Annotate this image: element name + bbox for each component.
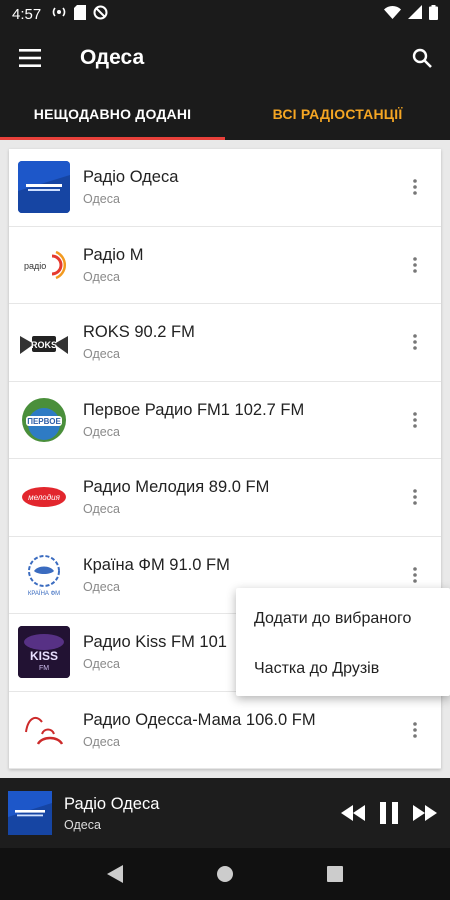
more-options-icon[interactable]: [403, 327, 427, 357]
pause-icon[interactable]: [376, 798, 402, 828]
roks-logo: ROKS: [18, 316, 70, 369]
kraina-fm-logo: КРАЇНА ФМ: [18, 548, 70, 601]
status-bar: 4:57: [0, 0, 450, 28]
station-item[interactable]: ПЕРВОЕ Первое Радио FM1 102.7 FM Одеса: [9, 382, 441, 459]
station-city: Одеса: [83, 657, 120, 672]
svg-text:ROKS: ROKS: [31, 340, 57, 350]
melodia-logo: мелодия: [18, 471, 70, 524]
mini-player[interactable]: Радіо Одеса Одеса: [0, 778, 450, 848]
station-city: Одеса: [83, 192, 120, 207]
fast-forward-icon[interactable]: [412, 798, 438, 828]
player-subtitle: Одеса: [64, 817, 101, 832]
kiss-fm-logo: KISS FM: [18, 626, 70, 679]
svg-text:радіо: радіо: [24, 261, 46, 271]
station-item[interactable]: Радіо Одеса Одеса: [9, 149, 441, 227]
station-name: Радіо М: [83, 245, 144, 264]
svg-text:FM: FM: [39, 665, 49, 672]
player-title: Радіо Одеса: [64, 794, 160, 813]
station-city: Одеса: [83, 579, 120, 594]
status-time: 4:57: [12, 5, 42, 23]
station-item[interactable]: мелодия Радио Мелодия 89.0 FM Одеса: [9, 459, 441, 537]
hamburger-menu-icon[interactable]: [0, 28, 60, 88]
tab-all-stations[interactable]: ВСІ РАДІОСТАНЦІЇ: [225, 88, 450, 140]
more-options-icon[interactable]: [403, 482, 427, 512]
station-name: Радио Мелодия 89.0 FM: [83, 478, 270, 497]
app-bar: Одеса: [0, 28, 450, 88]
tab-bar: НЕЩОДАВНО ДОДАНІ ВСІ РАДІОСТАНЦІЇ: [0, 88, 450, 140]
player-station-logo: [8, 791, 52, 835]
radio-odesa-logo: [18, 161, 70, 214]
station-city: Одеса: [83, 347, 120, 362]
wifi-icon: [384, 5, 401, 23]
pervoe-radio-logo: ПЕРВОЕ: [18, 393, 70, 446]
more-options-icon[interactable]: [403, 172, 427, 202]
more-options-icon[interactable]: [403, 250, 427, 280]
station-city: Одеса: [83, 424, 120, 439]
home-icon[interactable]: [205, 854, 245, 894]
search-icon[interactable]: [394, 28, 450, 88]
system-nav-bar: [0, 848, 450, 900]
station-item[interactable]: ROKS ROKS 90.2 FM Одеса: [9, 304, 441, 382]
station-name: Радіо Одеса: [83, 168, 179, 187]
rewind-icon[interactable]: [340, 798, 366, 828]
context-menu: Додати до вибраного Частка до Друзів: [236, 588, 450, 696]
station-name: Радио Kiss FM 101: [83, 633, 227, 652]
tab-recently-added[interactable]: НЕЩОДАВНО ДОДАНІ: [0, 88, 225, 140]
share-with-friends-menu-item[interactable]: Частка до Друзів: [236, 644, 450, 694]
recents-icon[interactable]: [315, 854, 355, 894]
more-options-icon[interactable]: [403, 405, 427, 435]
svg-text:мелодия: мелодия: [28, 493, 61, 502]
station-name: Радио Одесса-Мама 106.0 FM: [83, 710, 316, 729]
sd-card-icon: [74, 4, 87, 24]
add-to-favorites-menu-item[interactable]: Додати до вибраного: [236, 594, 450, 644]
cell-signal-icon: [408, 5, 422, 23]
more-options-icon[interactable]: [403, 560, 427, 590]
more-options-icon[interactable]: [403, 715, 427, 745]
station-city: Одеса: [83, 734, 120, 749]
station-name: Первое Радио FM1 102.7 FM: [83, 400, 305, 419]
svg-text:KISS: KISS: [30, 649, 58, 663]
page-title: Одеса: [80, 46, 145, 69]
station-city: Одеса: [83, 269, 120, 284]
station-city: Одеса: [83, 502, 120, 517]
no-sync-icon: [93, 5, 108, 24]
station-name: Країна ФМ 91.0 FM: [83, 555, 230, 574]
odessa-mama-logo: [18, 703, 70, 756]
radio-m-logo: радіо: [18, 238, 70, 291]
svg-text:ПЕРВОЕ: ПЕРВОЕ: [27, 417, 61, 426]
back-icon[interactable]: [95, 854, 135, 894]
svg-text:КРАЇНА ФМ: КРАЇНА ФМ: [28, 590, 60, 597]
radio-signal-icon: [51, 5, 67, 23]
battery-icon: [429, 4, 438, 24]
station-item[interactable]: Радио Одесса-Мама 106.0 FM Одеса: [9, 692, 441, 769]
station-name: ROKS 90.2 FM: [83, 323, 195, 342]
station-item[interactable]: радіо Радіо М Одеса: [9, 227, 441, 304]
